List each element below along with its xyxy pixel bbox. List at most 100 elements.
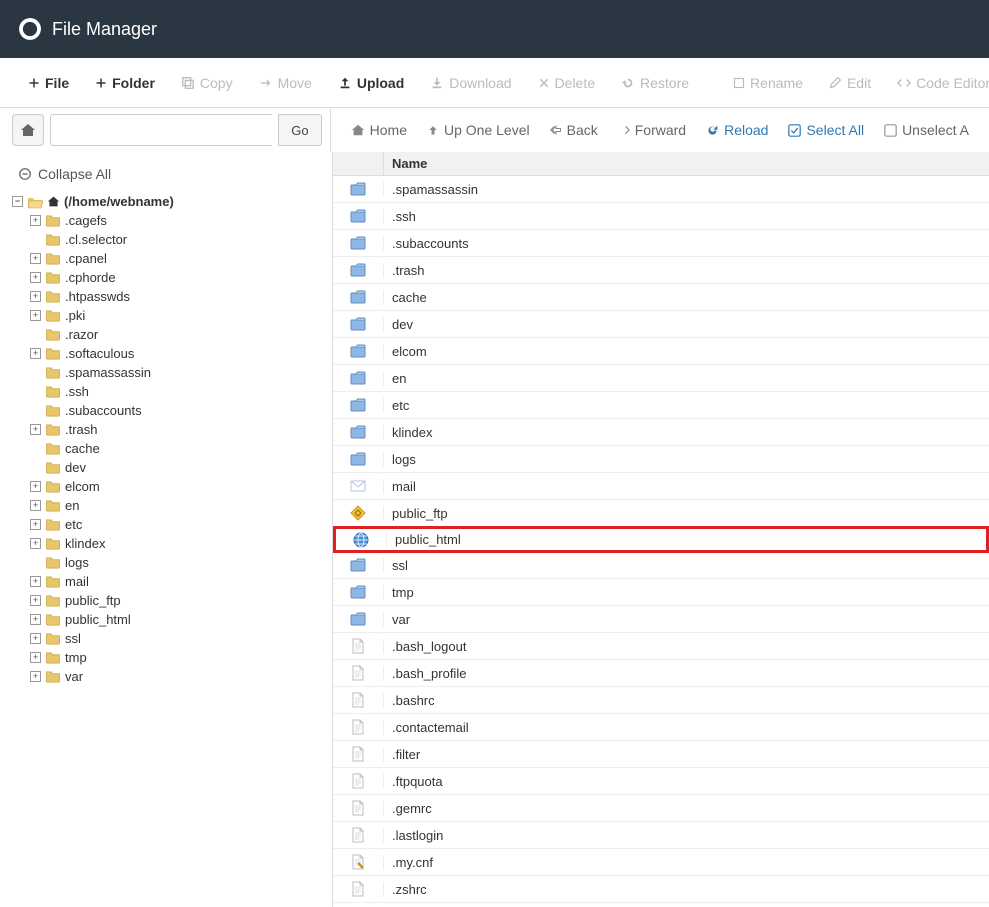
file-row[interactable]: elcom — [333, 338, 989, 365]
expander-icon[interactable]: + — [30, 500, 41, 511]
expander-icon[interactable]: + — [30, 538, 41, 549]
tree-item[interactable]: dev — [30, 458, 332, 477]
file-row[interactable]: etc — [333, 392, 989, 419]
tree-item[interactable]: .razor — [30, 325, 332, 344]
folder-icon — [45, 556, 61, 569]
file-row[interactable]: logs — [333, 446, 989, 473]
file-row[interactable]: .bash_logout — [333, 633, 989, 660]
file-row[interactable]: public_ftp — [333, 500, 989, 527]
navigation-row: Go Home Up One Level Back Forward Reload… — [0, 108, 989, 152]
tree-item[interactable]: logs — [30, 553, 332, 572]
file-row[interactable]: .spamassassin — [333, 176, 989, 203]
upload-button[interactable]: Upload — [328, 69, 414, 97]
file-row[interactable]: public_html — [333, 526, 989, 553]
nav-unselectall-button[interactable]: Unselect A — [876, 116, 977, 144]
file-row[interactable]: .gemrc — [333, 795, 989, 822]
tree-item[interactable]: +klindex — [30, 534, 332, 553]
file-row[interactable]: tmp — [333, 579, 989, 606]
file-icon — [350, 881, 366, 897]
file-row[interactable]: .zshrc — [333, 876, 989, 903]
copy-button[interactable]: Copy — [171, 69, 243, 97]
file-row[interactable]: .filter — [333, 741, 989, 768]
tree-item[interactable]: +.htpasswds — [30, 287, 332, 306]
nav-reload-button[interactable]: Reload — [698, 116, 776, 144]
delete-button[interactable]: Delete — [528, 69, 605, 97]
nav-selectall-button[interactable]: Select All — [780, 116, 872, 144]
expander-icon[interactable]: + — [30, 595, 41, 606]
tree-item[interactable]: +elcom — [30, 477, 332, 496]
expander-icon[interactable]: + — [30, 424, 41, 435]
nav-home-button[interactable]: Home — [343, 116, 415, 144]
expander-icon[interactable]: + — [30, 519, 41, 530]
tree-item[interactable]: +public_html — [30, 610, 332, 629]
expander-icon[interactable]: + — [30, 576, 41, 587]
nav-forward-button[interactable]: Forward — [610, 116, 694, 144]
tree-item[interactable]: .subaccounts — [30, 401, 332, 420]
restore-button[interactable]: Restore — [611, 69, 699, 97]
tree-item[interactable]: +mail — [30, 572, 332, 591]
folder-icon — [45, 347, 61, 360]
code-editor-button[interactable]: Code Editor — [887, 69, 989, 97]
tree-item[interactable]: .spamassassin — [30, 363, 332, 382]
file-row[interactable]: .my.cnf — [333, 849, 989, 876]
file-row[interactable]: mail — [333, 473, 989, 500]
folder-button[interactable]: Folder — [85, 69, 165, 97]
expander-icon[interactable]: + — [30, 310, 41, 321]
file-row[interactable]: klindex — [333, 419, 989, 446]
tree-item[interactable]: +.cpanel — [30, 249, 332, 268]
nav-up-button[interactable]: Up One Level — [419, 116, 538, 144]
expander-icon[interactable]: + — [30, 215, 41, 226]
tree-item[interactable]: +etc — [30, 515, 332, 534]
expander-icon[interactable]: + — [30, 272, 41, 283]
expander-icon[interactable]: + — [30, 614, 41, 625]
tree-item[interactable]: .ssh — [30, 382, 332, 401]
column-name-header[interactable]: Name — [383, 152, 989, 175]
file-row[interactable]: .ftpquota — [333, 768, 989, 795]
file-row[interactable]: .lastlogin — [333, 822, 989, 849]
tree-item[interactable]: +.trash — [30, 420, 332, 439]
tree-item[interactable]: +var — [30, 667, 332, 686]
tree-item[interactable]: .cl.selector — [30, 230, 332, 249]
file-row[interactable]: .bashrc — [333, 687, 989, 714]
edit-button[interactable]: Edit — [819, 69, 881, 97]
go-button[interactable]: Go — [278, 114, 321, 146]
tree-item[interactable]: +.cagefs — [30, 211, 332, 230]
file-row[interactable]: .trash — [333, 257, 989, 284]
expander-icon[interactable]: − — [12, 196, 23, 207]
expander-icon[interactable]: + — [30, 253, 41, 264]
path-input[interactable] — [50, 114, 272, 146]
tree-item[interactable]: +.pki — [30, 306, 332, 325]
expander-icon[interactable]: + — [30, 291, 41, 302]
tree-item[interactable]: +public_ftp — [30, 591, 332, 610]
file-row[interactable]: .ssh — [333, 203, 989, 230]
file-row[interactable]: .subaccounts — [333, 230, 989, 257]
tree-item[interactable]: +.cphorde — [30, 268, 332, 287]
download-button[interactable]: Download — [420, 69, 521, 97]
tree-item[interactable]: cache — [30, 439, 332, 458]
tree-item[interactable]: +tmp — [30, 648, 332, 667]
file-name: dev — [383, 317, 989, 332]
expander-icon[interactable]: + — [30, 671, 41, 682]
file-row[interactable]: .contactemail — [333, 714, 989, 741]
rename-button[interactable]: Rename — [723, 69, 813, 97]
tree-root[interactable]: − (/home/webname) — [12, 192, 332, 211]
file-row[interactable]: .bash_profile — [333, 660, 989, 687]
tree-item[interactable]: +ssl — [30, 629, 332, 648]
file-row[interactable]: var — [333, 606, 989, 633]
nav-back-button[interactable]: Back — [542, 116, 606, 144]
home-icon-button[interactable] — [12, 114, 44, 146]
folder-icon — [350, 370, 366, 386]
file-button[interactable]: File — [18, 69, 79, 97]
file-row[interactable]: ssl — [333, 552, 989, 579]
file-row[interactable]: en — [333, 365, 989, 392]
collapse-all-button[interactable]: Collapse All — [12, 160, 332, 192]
expander-icon[interactable]: + — [30, 481, 41, 492]
file-row[interactable]: cache — [333, 284, 989, 311]
expander-icon[interactable]: + — [30, 348, 41, 359]
file-row[interactable]: dev — [333, 311, 989, 338]
move-button[interactable]: Move — [249, 69, 322, 97]
expander-icon[interactable]: + — [30, 633, 41, 644]
expander-icon[interactable]: + — [30, 652, 41, 663]
tree-item[interactable]: +.softaculous — [30, 344, 332, 363]
tree-item[interactable]: +en — [30, 496, 332, 515]
